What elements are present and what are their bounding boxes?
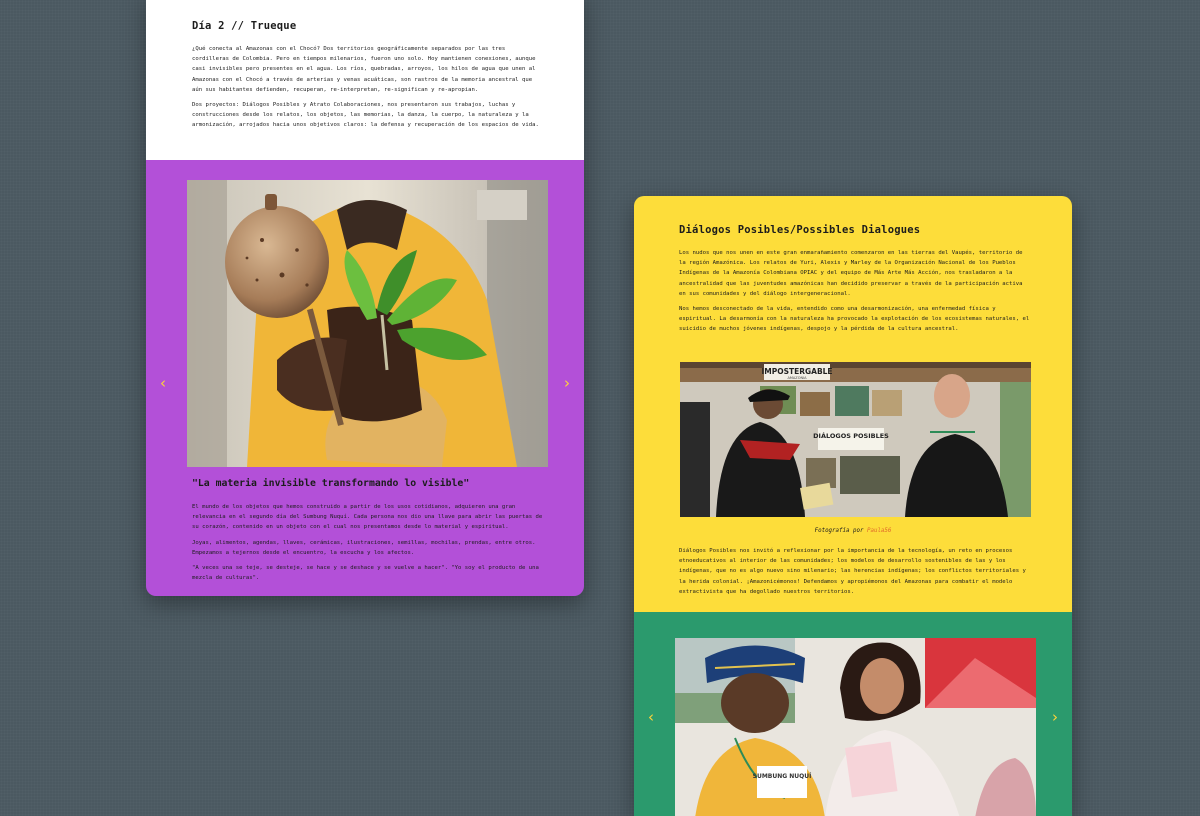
exhibition-conversation-photo[interactable]: IMPOSTERGABLE AMAZONIA DIÁLOGOS POSIBLES [680, 362, 1031, 517]
gallery-next-arrow[interactable]: › [564, 376, 570, 391]
dialogos-paragraph-2: Nos hemos desconectado de la vida, enten… [679, 306, 1030, 333]
women-reading-photo[interactable]: SUMBUNG NUQUÍ [675, 638, 1036, 816]
day2-intro-paragraph-2: Dos proyectos: Diálogos Posibles y Atrat… [192, 102, 539, 129]
sign-impostergable-sub: AMAZONIA [787, 376, 807, 380]
day2-title: Día 2 // Trueque [192, 20, 297, 32]
left-article-card: Día 2 // Trueque ¿Qué conecta al Amazona… [146, 0, 584, 596]
dialogos-title: Diálogos Posibles/Possibles Dialogues [679, 224, 921, 236]
caption-prefix: Fotografía por [814, 528, 864, 534]
gourd-plant-illustration [187, 180, 548, 467]
gallery-next-arrow-2[interactable]: › [1052, 710, 1058, 725]
day2-intro-section: Día 2 // Trueque ¿Qué conecta al Amazona… [146, 0, 584, 160]
sign-dialogos-posibles: DIÁLOGOS POSIBLES [813, 431, 889, 440]
gallery-prev-arrow-2[interactable]: ‹ [648, 710, 654, 725]
dialogos-paragraph-3: Diálogos Posibles nos invitó a reflexion… [679, 548, 1026, 595]
sign-impostergable: IMPOSTERGABLE [761, 367, 832, 376]
dialogos-closing-text: Diálogos Posibles nos invitó a reflexion… [679, 546, 1031, 602]
purple-paragraph-1: El mundo de los objetos que hemos constr… [192, 504, 543, 531]
gallery-prev-arrow[interactable]: ‹ [160, 376, 166, 391]
purple-section-text: El mundo de los objetos que hemos constr… [192, 502, 548, 588]
gourd-plant-photo[interactable] [187, 180, 548, 467]
green-gallery-section: ‹ › SUMBUNG NUQUÍ [634, 612, 1072, 816]
purple-gallery-section: ‹ › "La materia invisible transformando … [146, 160, 584, 596]
dialogos-section: Diálogos Posibles/Possibles Dialogues Lo… [634, 196, 1072, 612]
purple-paragraph-3: "A veces una se teje, se desteje, se hac… [192, 565, 539, 582]
shirt-text: SUMBUNG NUQUÍ [753, 772, 813, 780]
exhibition-illustration: IMPOSTERGABLE AMAZONIA DIÁLOGOS POSIBLES [680, 362, 1031, 517]
day2-intro-paragraph-1: ¿Qué conecta al Amazonas con el Chocó? D… [192, 46, 536, 93]
right-article-card: Diálogos Posibles/Possibles Dialogues Lo… [634, 196, 1072, 816]
purple-paragraph-2: Joyas, alimentos, agendas, llaves, cerám… [192, 539, 536, 556]
women-reading-illustration: SUMBUNG NUQUÍ [675, 638, 1036, 816]
quote-heading: "La materia invisible transformando lo v… [192, 478, 470, 489]
dialogos-paragraph-1: Los nudos que nos unen en este gran enma… [679, 250, 1023, 297]
caption-author-link[interactable]: Paula56 [867, 528, 891, 534]
photo-caption: Fotografía por Paula56 [634, 528, 1072, 534]
